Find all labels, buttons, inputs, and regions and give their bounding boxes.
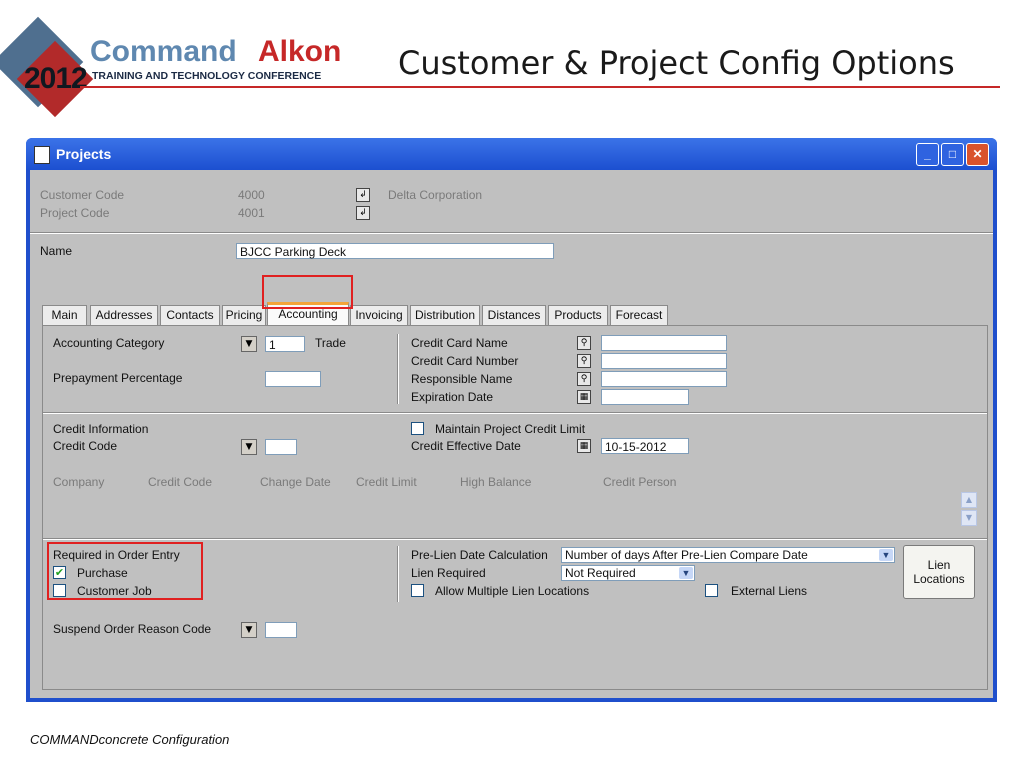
projects-window: Projects _ □ ✕ Customer Code 4000 ↲ Delt… <box>26 138 997 702</box>
lien-required-value: Not Required <box>565 566 636 580</box>
credit-effective-date-field[interactable]: 10-15-2012 <box>601 438 689 454</box>
credit-code-dropdown[interactable]: ▼ <box>241 439 257 455</box>
accounting-category-desc: Trade <box>315 336 346 350</box>
lien-required-select[interactable]: Not Required ▼ <box>561 565 695 581</box>
project-code-label: Project Code <box>40 206 110 220</box>
credit-code-field[interactable] <box>265 439 297 455</box>
accounting-category-dropdown[interactable]: ▼ <box>241 336 257 352</box>
tab-main[interactable]: Main <box>42 305 87 325</box>
column-high-balance: High Balance <box>460 475 532 489</box>
window-client-area: Customer Code 4000 ↲ Delta Corporation P… <box>30 170 993 698</box>
credit-code-label: Credit Code <box>53 439 118 453</box>
prepayment-label: Prepayment Percentage <box>53 371 183 385</box>
search-icon[interactable]: ⚲ <box>577 336 591 350</box>
search-icon[interactable]: ⚲ <box>577 372 591 386</box>
credit-card-number-label: Credit Card Number <box>411 354 519 368</box>
logo-subtitle: TRAINING AND TECHNOLOGY CONFERENCE <box>92 70 322 82</box>
external-liens-checkbox[interactable] <box>705 584 718 597</box>
suspend-order-reason-label: Suspend Order Reason Code <box>53 622 212 636</box>
lien-divider <box>397 546 399 602</box>
column-change-date: Change Date <box>260 475 331 489</box>
credit-effective-date-label: Credit Effective Date <box>411 439 521 453</box>
close-icon[interactable]: ✕ <box>966 143 989 166</box>
column-credit-limit: Credit Limit <box>356 475 417 489</box>
customer-name: Delta Corporation <box>388 188 483 202</box>
responsible-name-field[interactable] <box>601 371 727 387</box>
calendar-icon[interactable]: ▦ <box>577 390 591 404</box>
tab-addresses[interactable]: Addresses <box>90 305 158 325</box>
chevron-down-icon: ▼ <box>879 549 893 561</box>
logo-year: 2012 <box>24 62 88 95</box>
lien-locations-button[interactable]: Lien Locations <box>903 545 975 599</box>
credit-card-name-field[interactable] <box>601 335 727 351</box>
accounting-divider <box>397 334 399 404</box>
expiration-date-field[interactable] <box>601 389 689 405</box>
logo-word-alkon: Alkon <box>258 35 342 68</box>
window-title: Projects <box>56 146 112 162</box>
project-code-value: 4001 <box>238 206 265 220</box>
customer-lookup-icon[interactable]: ↲ <box>356 188 370 202</box>
tab-contacts[interactable]: Contacts <box>160 305 220 325</box>
prelien-calculation-value: Number of days After Pre-Lien Compare Da… <box>565 548 808 562</box>
column-company: Company <box>53 475 105 489</box>
header-separator <box>30 232 993 234</box>
maintain-credit-limit-checkbox[interactable] <box>411 422 424 435</box>
tab-forecast[interactable]: Forecast <box>610 305 668 325</box>
allow-multiple-lien-label: Allow Multiple Lien Locations <box>435 584 590 598</box>
tab-products[interactable]: Products <box>548 305 608 325</box>
tab-pricing[interactable]: Pricing <box>222 305 266 325</box>
lien-locations-label: Lien Locations <box>913 558 965 586</box>
tab-invoicing[interactable]: Invoicing <box>350 305 408 325</box>
chevron-down-icon: ▼ <box>679 567 693 579</box>
accounting-tab-highlight <box>262 275 353 309</box>
accounting-category-field[interactable]: 1 <box>265 336 305 352</box>
slide-footer: COMMANDconcrete Configuration <box>30 732 230 747</box>
responsible-name-label: Responsible Name <box>411 372 513 386</box>
allow-multiple-lien-checkbox[interactable] <box>411 584 424 597</box>
suspend-reason-dropdown[interactable]: ▼ <box>241 622 257 638</box>
maximize-icon[interactable]: □ <box>941 143 964 166</box>
logo-word-command: Command <box>90 35 237 68</box>
scroll-up-icon[interactable]: ▲ <box>961 492 977 508</box>
tab-distances[interactable]: Distances <box>482 305 546 325</box>
lien-required-label: Lien Required <box>411 566 486 580</box>
column-credit-code: Credit Code <box>148 475 213 489</box>
prepayment-field[interactable] <box>265 371 321 387</box>
section-separator <box>43 538 987 540</box>
document-icon <box>34 146 50 164</box>
accounting-category-label: Accounting Category <box>53 336 165 350</box>
tab-strip: Main Addresses Contacts Pricing Accounti… <box>42 302 988 326</box>
window-titlebar[interactable]: Projects _ □ ✕ <box>26 138 997 170</box>
name-label: Name <box>40 244 73 258</box>
external-liens-label: External Liens <box>731 584 808 598</box>
credit-card-number-field[interactable] <box>601 353 727 369</box>
order-entry-highlight <box>47 542 203 600</box>
credit-card-name-label: Credit Card Name <box>411 336 508 350</box>
project-lookup-icon[interactable]: ↲ <box>356 206 370 220</box>
customer-code-value: 4000 <box>238 188 265 202</box>
customer-code-label: Customer Code <box>40 188 125 202</box>
title-rule <box>80 86 1000 88</box>
search-icon[interactable]: ⚲ <box>577 354 591 368</box>
tab-distribution[interactable]: Distribution <box>410 305 480 325</box>
expiration-date-label: Expiration Date <box>411 390 494 404</box>
minimize-icon[interactable]: _ <box>916 143 939 166</box>
column-credit-person: Credit Person <box>603 475 677 489</box>
name-field[interactable]: BJCC Parking Deck <box>236 243 554 259</box>
suspend-reason-field[interactable] <box>265 622 297 638</box>
prelien-calculation-select[interactable]: Number of days After Pre-Lien Compare Da… <box>561 547 895 563</box>
section-separator <box>43 412 987 414</box>
credit-information-label: Credit Information <box>53 422 149 436</box>
slide-title: Customer & Project Config Options <box>398 44 955 82</box>
scroll-down-icon[interactable]: ▼ <box>961 510 977 526</box>
calendar-icon[interactable]: ▦ <box>577 439 591 453</box>
prelien-calculation-label: Pre-Lien Date Calculation <box>411 548 548 562</box>
maintain-credit-limit-label: Maintain Project Credit Limit <box>435 422 586 436</box>
accounting-tab-panel: Accounting Category ▼ 1 Trade Prepayment… <box>42 325 988 690</box>
